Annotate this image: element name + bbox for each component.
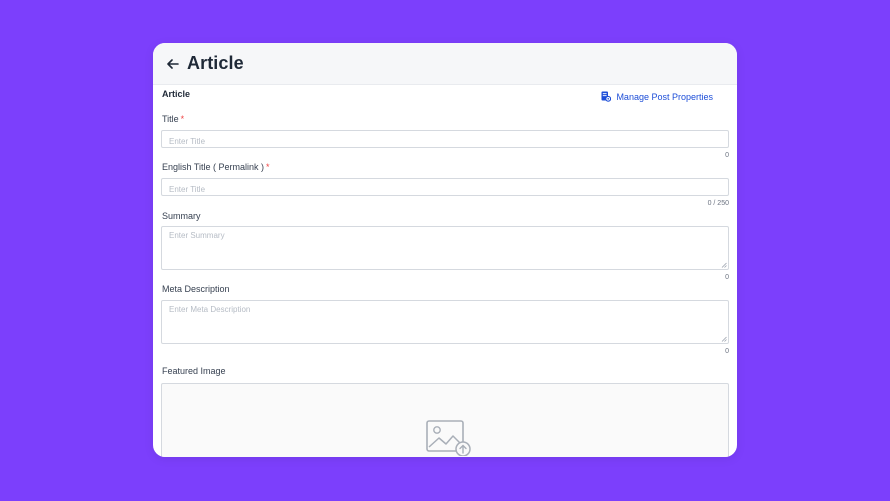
back-arrow-icon[interactable] <box>165 56 181 72</box>
summary-label: Summary <box>162 211 201 221</box>
manage-post-properties-label: Manage Post Properties <box>616 91 713 102</box>
english-title-char-counter: 0 / 250 <box>707 200 729 207</box>
resize-handle-icon[interactable] <box>721 262 727 268</box>
meta-description-textarea-wrapper <box>161 300 729 344</box>
summary-textarea-wrapper <box>161 226 729 270</box>
english-title-input-wrapper <box>161 178 729 198</box>
title-label: Title * <box>162 114 185 124</box>
document-settings-icon <box>601 91 612 102</box>
summary-textarea[interactable] <box>162 227 728 269</box>
manage-post-properties-link[interactable]: Manage Post Properties <box>601 91 713 102</box>
resize-handle-icon[interactable] <box>721 336 727 342</box>
section-title: Article <box>162 89 191 99</box>
required-marker: * <box>180 114 185 124</box>
page-header: Article <box>153 43 737 85</box>
meta-description-textarea[interactable] <box>162 301 728 343</box>
english-title-input[interactable] <box>162 181 728 198</box>
summary-char-counter: 0 <box>725 274 729 281</box>
featured-image-dropzone[interactable] <box>161 383 729 457</box>
english-title-label: English Title ( Permalink ) * <box>162 162 270 172</box>
article-card: Article Article Manage Post Properties T… <box>153 43 737 457</box>
meta-description-char-counter: 0 <box>725 348 729 355</box>
featured-image-label: Featured Image <box>162 366 226 376</box>
title-char-counter: 0 <box>725 152 729 159</box>
page-title: Article <box>187 53 244 73</box>
required-marker: * <box>266 162 270 172</box>
title-input-wrapper <box>161 130 729 150</box>
image-upload-icon <box>426 420 471 456</box>
title-input[interactable] <box>162 133 728 150</box>
meta-description-label: Meta Description <box>162 284 230 294</box>
